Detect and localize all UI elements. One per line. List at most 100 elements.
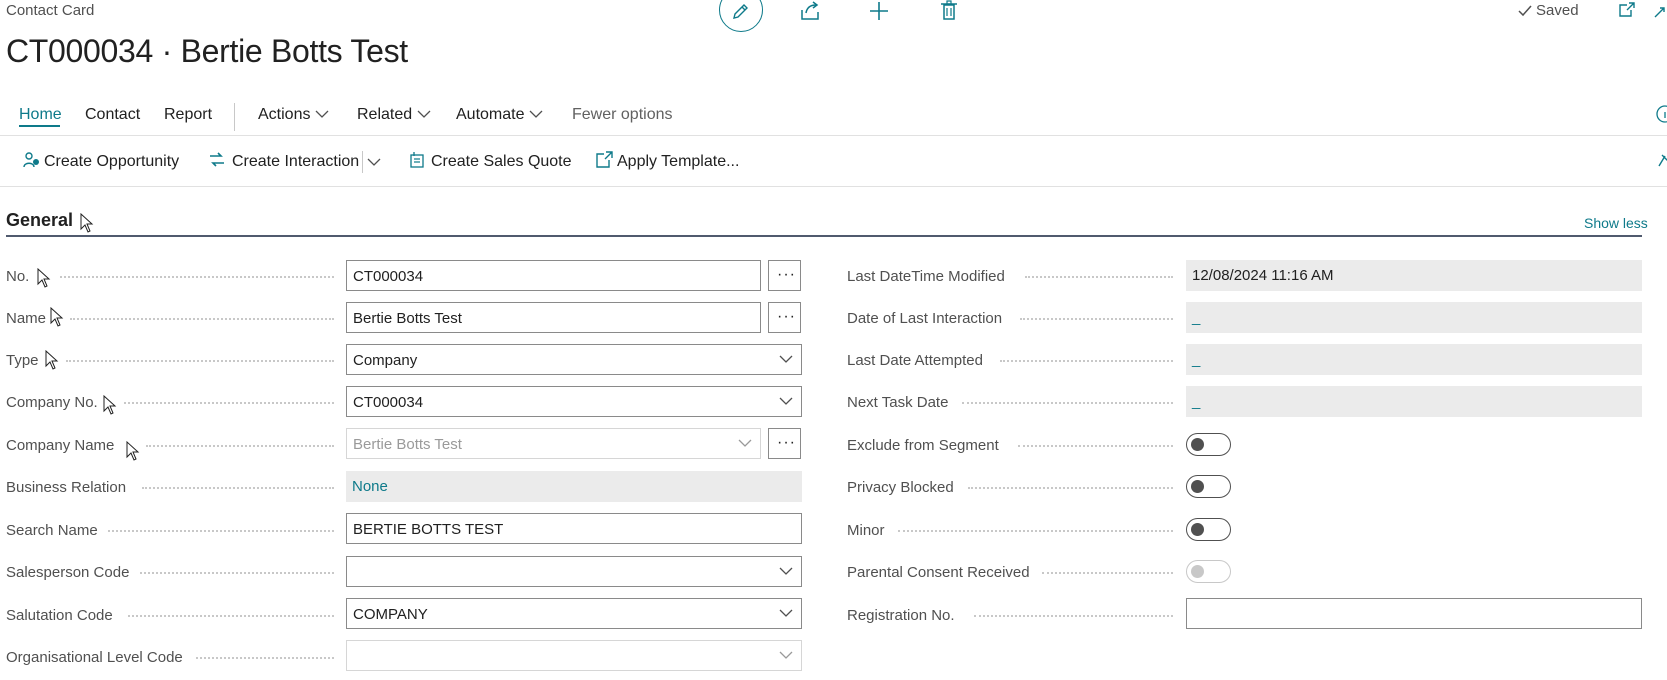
tab-automate[interactable]: Automate bbox=[456, 106, 543, 124]
field-label-name: Name bbox=[6, 310, 47, 327]
field-label-registration-no: Registration No. bbox=[847, 607, 955, 624]
split-divider bbox=[362, 151, 363, 173]
chevron-down-icon[interactable] bbox=[367, 157, 381, 167]
salutation-code-select[interactable]: COMPANY bbox=[346, 598, 802, 629]
chevron-down-icon bbox=[779, 609, 793, 617]
chevron-down-icon bbox=[529, 110, 543, 118]
show-less-link[interactable]: Show less bbox=[1584, 215, 1648, 231]
save-status: Saved bbox=[1536, 2, 1579, 19]
type-value: Company bbox=[353, 352, 418, 369]
company-name-select: Bertie Botts Test bbox=[346, 428, 761, 459]
mouse-cursor-icon bbox=[37, 268, 51, 288]
add-icon[interactable] bbox=[866, 0, 892, 22]
create-interaction-button[interactable]: Create Interaction bbox=[232, 153, 359, 171]
exclude-from-segment-toggle[interactable] bbox=[1186, 433, 1231, 456]
tab-actions[interactable]: Actions bbox=[258, 106, 329, 124]
registration-no-field[interactable] bbox=[1186, 598, 1642, 629]
tab-automate-label: Automate bbox=[456, 106, 525, 123]
create-opportunity-button[interactable]: Create Opportunity bbox=[44, 153, 179, 171]
chevron-down-icon bbox=[779, 355, 793, 363]
toggle-knob bbox=[1191, 438, 1204, 451]
apply-template-icon bbox=[596, 151, 613, 168]
minor-toggle[interactable] bbox=[1186, 518, 1231, 541]
field-label-salutation-code: Salutation Code bbox=[6, 607, 113, 624]
chevron-down-icon bbox=[315, 110, 329, 118]
no-field[interactable]: CT000034 bbox=[346, 260, 761, 291]
tab-home[interactable]: Home bbox=[19, 106, 62, 124]
field-label-business-relation: Business Relation bbox=[6, 479, 127, 496]
field-label-search-name: Search Name bbox=[6, 522, 98, 539]
date-of-last-interaction-link[interactable]: _ bbox=[1186, 302, 1642, 333]
section-divider bbox=[6, 235, 1642, 237]
organisational-level-code-select bbox=[346, 640, 802, 671]
tab-divider bbox=[234, 103, 235, 131]
create-sales-quote-button[interactable]: Create Sales Quote bbox=[431, 153, 572, 171]
mouse-cursor-icon bbox=[103, 395, 117, 415]
field-label-date-of-last-interaction: Date of Last Interaction bbox=[847, 310, 1003, 327]
expand-icon[interactable] bbox=[1652, 4, 1667, 20]
delete-icon[interactable] bbox=[936, 0, 962, 22]
search-name-field[interactable]: BERTIE BOTTS TEST bbox=[346, 513, 802, 544]
field-label-last-datetime-modified: Last DateTime Modified bbox=[847, 268, 1005, 285]
company-name-lookup-button[interactable]: ··· bbox=[768, 428, 801, 459]
edit-button[interactable] bbox=[719, 0, 763, 32]
next-task-date-link[interactable]: _ bbox=[1186, 386, 1642, 417]
name-field[interactable]: Bertie Botts Test bbox=[346, 302, 761, 333]
create-interaction-icon bbox=[210, 152, 224, 167]
tab-contact[interactable]: Contact bbox=[85, 106, 140, 124]
open-new-window-icon[interactable] bbox=[1618, 2, 1636, 18]
field-label-salesperson-code: Salesperson Code bbox=[6, 564, 130, 581]
business-relation-link[interactable]: None bbox=[346, 471, 802, 502]
mouse-cursor-icon bbox=[45, 350, 59, 370]
section-title-general[interactable]: General bbox=[6, 210, 73, 231]
breadcrumb: Contact Card bbox=[6, 2, 95, 19]
no-lookup-button[interactable]: ··· bbox=[768, 260, 801, 291]
info-icon[interactable] bbox=[1655, 104, 1667, 124]
privacy-blocked-toggle[interactable] bbox=[1186, 475, 1231, 498]
chevron-down-icon bbox=[417, 110, 431, 118]
mouse-cursor-icon bbox=[126, 441, 140, 461]
check-icon bbox=[1518, 5, 1532, 17]
chevron-down-icon bbox=[738, 439, 752, 447]
salutation-code-value: COMPANY bbox=[353, 606, 428, 623]
field-label-organisational-level-code: Organisational Level Code bbox=[6, 649, 183, 666]
name-assist-button[interactable]: ··· bbox=[768, 302, 801, 333]
chevron-down-icon bbox=[779, 651, 793, 659]
field-label-parental-consent-received: Parental Consent Received bbox=[847, 564, 1030, 581]
tab-related-label: Related bbox=[357, 106, 413, 123]
chevron-down-icon bbox=[779, 397, 793, 405]
field-label-last-date-attempted: Last Date Attempted bbox=[847, 352, 983, 369]
apply-template-button[interactable]: Apply Template... bbox=[617, 153, 739, 171]
create-opportunity-icon bbox=[23, 152, 39, 168]
field-label-minor: Minor bbox=[847, 522, 885, 539]
mouse-cursor-icon bbox=[50, 307, 64, 327]
field-label-company-name: Company Name bbox=[6, 437, 115, 454]
company-no-select[interactable]: CT000034 bbox=[346, 386, 802, 417]
field-label-exclude-from-segment: Exclude from Segment bbox=[847, 437, 999, 454]
tab-report[interactable]: Report bbox=[164, 106, 212, 124]
toggle-knob bbox=[1191, 523, 1204, 536]
last-date-attempted-link[interactable]: _ bbox=[1186, 344, 1642, 375]
field-label-type: Type bbox=[6, 352, 39, 369]
parental-consent-received-toggle bbox=[1186, 560, 1231, 583]
last-datetime-modified-value: 12/08/2024 11:16 AM bbox=[1186, 260, 1642, 291]
type-select[interactable]: Company bbox=[346, 344, 802, 375]
create-sales-quote-icon bbox=[410, 152, 424, 168]
chevron-down-icon bbox=[779, 567, 793, 575]
field-label-no: No. bbox=[6, 268, 30, 285]
field-label-company-no: Company No. bbox=[6, 394, 98, 411]
share-icon[interactable] bbox=[798, 0, 824, 22]
edit-icon bbox=[733, 4, 748, 19]
tab-related[interactable]: Related bbox=[357, 106, 431, 124]
field-label-next-task-date: Next Task Date bbox=[847, 394, 949, 411]
company-no-value: CT000034 bbox=[353, 394, 424, 411]
tab-fewer-options[interactable]: Fewer options bbox=[572, 106, 673, 124]
action-bar-divider bbox=[0, 186, 1667, 187]
field-label-privacy-blocked: Privacy Blocked bbox=[847, 479, 954, 496]
pin-icon[interactable] bbox=[1655, 152, 1667, 170]
tab-actions-label: Actions bbox=[258, 106, 311, 123]
tab-home-underline bbox=[19, 125, 60, 127]
toggle-knob bbox=[1191, 565, 1204, 578]
salesperson-code-select[interactable] bbox=[346, 556, 802, 587]
page-title: CT000034 · Bertie Botts Test bbox=[6, 33, 408, 69]
